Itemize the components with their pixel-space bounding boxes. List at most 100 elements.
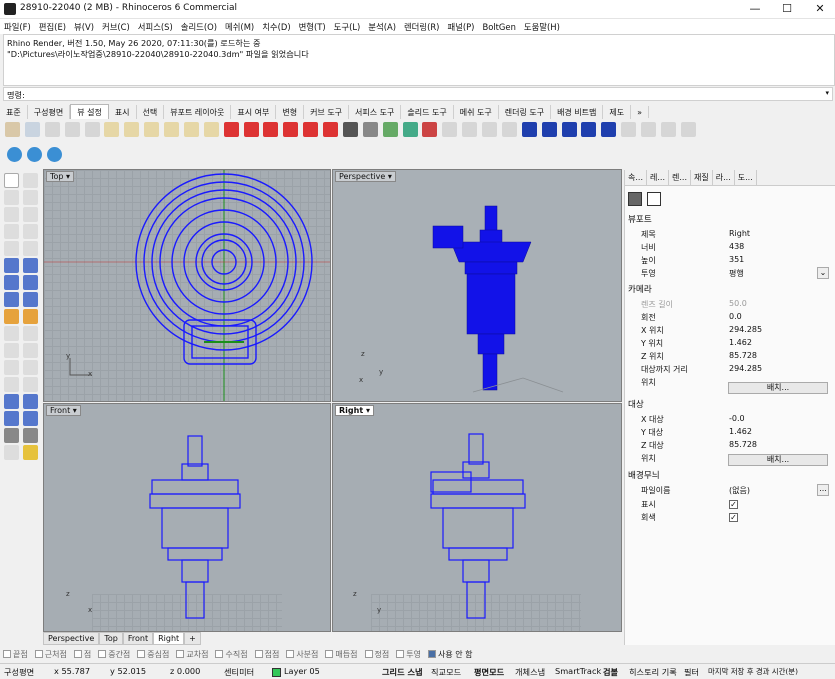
- dolly-icon[interactable]: [64, 122, 80, 137]
- ellipse-icon[interactable]: [4, 241, 19, 256]
- panel-tab-layers[interactable]: 레...: [647, 170, 669, 185]
- viewport-tab-right[interactable]: Right: [153, 632, 185, 645]
- loft-icon[interactable]: [23, 258, 38, 273]
- prop-filename-value[interactable]: (없음): [729, 485, 750, 496]
- tab-curve-tools[interactable]: 커브 도구: [304, 105, 350, 119]
- osnap-quad[interactable]: 사분점: [286, 649, 318, 660]
- lens-icon[interactable]: [462, 122, 478, 137]
- prop-x-target-value[interactable]: -0.0: [729, 414, 745, 423]
- add-viewport-tab-button[interactable]: +: [184, 632, 201, 645]
- minimize-button[interactable]: —: [740, 0, 770, 19]
- tab-display[interactable]: 표시: [109, 105, 137, 119]
- cylinder-icon[interactable]: [4, 292, 19, 307]
- rotate-up-icon[interactable]: [46, 147, 62, 162]
- tab-select[interactable]: 선택: [137, 105, 165, 119]
- panel-tab-properties[interactable]: 속...: [625, 170, 647, 185]
- zoom-window-icon[interactable]: [104, 122, 120, 137]
- car-left-icon[interactable]: [263, 122, 279, 137]
- redo-view-icon[interactable]: [203, 122, 219, 137]
- prop-projection-value[interactable]: 평행: [729, 268, 744, 279]
- box-icon[interactable]: [4, 275, 19, 290]
- command-dropdown-icon[interactable]: ▾: [825, 89, 829, 97]
- prop-x-location-value[interactable]: 294.285: [729, 325, 762, 334]
- camera-place-button[interactable]: 배치...: [728, 382, 828, 394]
- camera-icon[interactable]: [342, 122, 358, 137]
- status-planar[interactable]: 평면모드: [474, 666, 504, 678]
- tab-background-bitmap[interactable]: 배경 비트맵: [551, 105, 604, 119]
- menu-help[interactable]: 도움말(H): [520, 19, 564, 33]
- boolean-icon[interactable]: [4, 309, 19, 324]
- gray-checkbox[interactable]: ✓: [729, 513, 738, 522]
- viewport-top[interactable]: Top ▾ y x: [43, 169, 331, 402]
- show-checkbox[interactable]: ✓: [729, 500, 738, 509]
- car-right-icon[interactable]: [283, 122, 299, 137]
- menu-surface[interactable]: 서피스(S): [134, 19, 177, 33]
- zoom-extents-icon[interactable]: [124, 122, 140, 137]
- target-place-button[interactable]: 배치...: [728, 454, 828, 466]
- viewport-label-perspective[interactable]: Perspective ▾: [335, 171, 396, 182]
- plane-side-icon[interactable]: [561, 122, 577, 137]
- pan-icon[interactable]: [5, 122, 20, 137]
- prop-y-location-value[interactable]: 1.462: [729, 338, 752, 347]
- tab-render-tools[interactable]: 렌더링 도구: [499, 105, 552, 119]
- prop-z-location-value[interactable]: 85.728: [729, 351, 757, 360]
- status-cplane[interactable]: 구성평면: [4, 666, 34, 678]
- tab-mesh-tools[interactable]: 메쉬 도구: [454, 105, 499, 119]
- viewport-front[interactable]: Front ▾ z x: [43, 403, 331, 632]
- menu-panels[interactable]: 패널(P): [443, 19, 478, 33]
- status-gumball[interactable]: 검볼: [603, 666, 618, 678]
- osnap-project[interactable]: 투영: [396, 649, 421, 660]
- menu-dimension[interactable]: 치수(D): [258, 19, 294, 33]
- menu-solid[interactable]: 솔리드(O): [177, 19, 221, 33]
- status-history[interactable]: 히스토리 기록: [629, 666, 677, 678]
- prop-distance-value[interactable]: 294.285: [729, 364, 762, 373]
- tab-cplanes[interactable]: 구성평면: [28, 105, 71, 119]
- panel-tab-materials[interactable]: 재질: [691, 170, 713, 185]
- viewport-perspective[interactable]: Perspective ▾ z y x: [332, 169, 622, 402]
- tab-visibility[interactable]: 표시 여부: [231, 105, 277, 119]
- prop-rotation-value[interactable]: 0.0: [729, 312, 742, 321]
- tab-drafting[interactable]: 제도: [603, 105, 632, 119]
- plane-iso-icon[interactable]: [581, 122, 597, 137]
- check-icon[interactable]: [23, 428, 38, 443]
- offset-icon[interactable]: [4, 360, 19, 375]
- viewport-tab-perspective[interactable]: Perspective: [43, 632, 100, 645]
- camera-icon[interactable]: [628, 192, 642, 206]
- menu-render[interactable]: 렌더링(R): [400, 19, 443, 33]
- osnap-perp[interactable]: 수직점: [215, 649, 248, 660]
- fillet-icon[interactable]: [23, 309, 38, 324]
- tabs-more-button[interactable]: »: [631, 106, 650, 118]
- osnap-mid[interactable]: 중간점: [98, 649, 130, 660]
- status-osnap[interactable]: 개체스냅: [515, 666, 545, 678]
- sphere-icon[interactable]: [23, 275, 38, 290]
- tab-solid-tools[interactable]: 솔리드 도구: [401, 105, 454, 119]
- crosshair-icon[interactable]: [621, 122, 637, 137]
- osnap-center[interactable]: 중심점: [137, 649, 169, 660]
- prop-title-value[interactable]: Right: [729, 229, 750, 238]
- split-icon[interactable]: [23, 326, 38, 341]
- car-front-icon[interactable]: [303, 122, 319, 137]
- layer-icon[interactable]: [23, 411, 38, 426]
- tab-transform[interactable]: 변형: [276, 105, 305, 119]
- viewport-label-right[interactable]: Right ▾: [335, 405, 374, 416]
- osnap-knot[interactable]: 매듭점: [325, 649, 358, 660]
- osnap-disable[interactable]: 사용 안 함: [427, 649, 473, 660]
- status-smarttrack[interactable]: SmartTrack: [555, 666, 601, 676]
- osnap-intersection[interactable]: 교차점: [176, 649, 208, 660]
- layer-color-swatch[interactable]: [272, 668, 281, 677]
- panel-tab-more[interactable]: 도...: [735, 170, 757, 185]
- arc-icon[interactable]: [23, 207, 38, 222]
- select-icon[interactable]: [4, 173, 19, 188]
- tab-set-view[interactable]: 뷰 설정: [70, 104, 109, 119]
- tab-standard[interactable]: 표준: [0, 105, 28, 119]
- text-icon[interactable]: [23, 377, 38, 392]
- browse-file-button[interactable]: ...: [817, 484, 829, 496]
- person-walk-icon[interactable]: [641, 122, 656, 137]
- rotate-camera-icon[interactable]: [44, 122, 60, 137]
- menu-analyze[interactable]: 분석(A): [364, 19, 400, 33]
- surface-icon[interactable]: [4, 258, 19, 273]
- light-icon[interactable]: [680, 122, 696, 137]
- plane-top-icon[interactable]: [521, 122, 537, 137]
- command-line[interactable]: 명령: ▾: [3, 87, 833, 101]
- two-point-perspective-icon[interactable]: [402, 122, 418, 137]
